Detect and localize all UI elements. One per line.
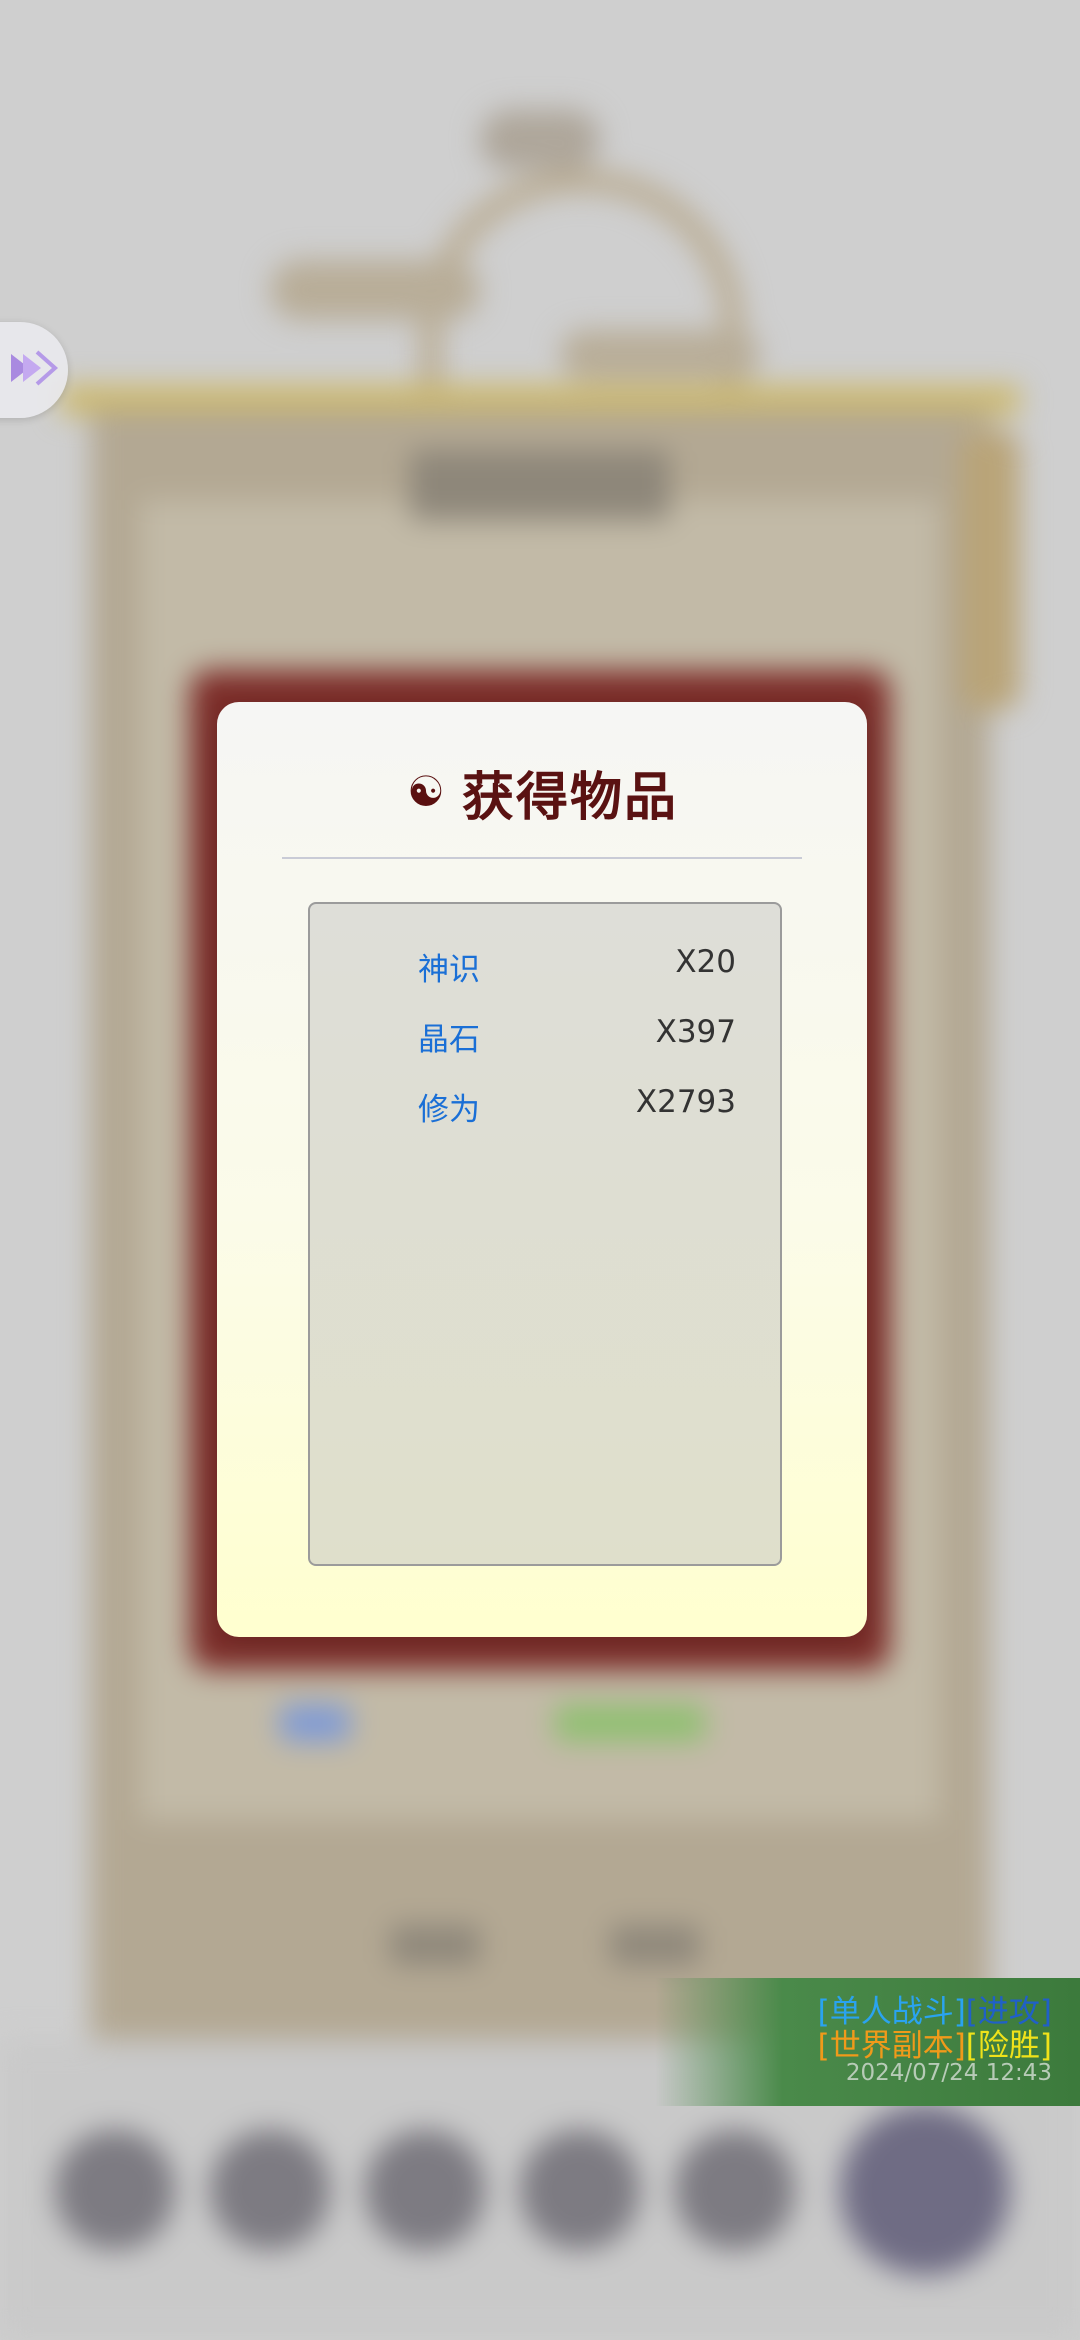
battle-log-notification[interactable]: [单人战斗][进攻] [世界副本][险胜] 2024/07/24 12:43 bbox=[655, 1978, 1080, 2106]
bg-avatar bbox=[520, 2130, 640, 2250]
bg-avatar-main bbox=[840, 2105, 1010, 2275]
bg-tassel bbox=[960, 430, 1020, 710]
reward-item: 修为 X2793 bbox=[310, 1084, 780, 1128]
divider bbox=[282, 857, 802, 859]
yin-yang-icon: ☯ bbox=[407, 767, 445, 816]
dialog-header: ☯ 获得物品 bbox=[217, 757, 867, 828]
reward-item-quantity: X2793 bbox=[635, 1084, 736, 1120]
battle-result-tag: [险胜] bbox=[965, 2028, 1052, 2064]
battle-mode-tag: [世界副本] bbox=[817, 2028, 966, 2064]
reward-item-name: 修为 bbox=[418, 1092, 480, 1128]
reward-item: 晶石 X397 bbox=[310, 1014, 780, 1058]
reward-item-name: 神识 bbox=[418, 952, 480, 988]
bg-avatar bbox=[55, 2130, 175, 2250]
reward-item-name: 晶石 bbox=[418, 1022, 480, 1058]
bg-cloud-left bbox=[270, 260, 480, 320]
bg-green-chip bbox=[555, 1705, 705, 1741]
bg-ornament-top bbox=[480, 110, 600, 170]
bg-avatar bbox=[210, 2130, 330, 2250]
bg-button-left bbox=[390, 1925, 480, 1965]
bg-blue-chip bbox=[280, 1705, 350, 1741]
battle-log-timestamp: 2024/07/24 12:43 bbox=[845, 2060, 1052, 2086]
reward-item-quantity: X20 bbox=[675, 944, 736, 980]
bg-avatar bbox=[675, 2130, 795, 2250]
dialog-title: 获得物品 bbox=[461, 767, 678, 828]
bg-scroll-title bbox=[410, 450, 670, 520]
reward-dialog[interactable]: ☯ 获得物品 神识 X20 晶石 X397 修为 X2793 bbox=[217, 702, 867, 1637]
bg-cloud-right bbox=[560, 330, 760, 380]
reward-item: 神识 X20 bbox=[310, 944, 780, 988]
bg-avatar bbox=[365, 2130, 485, 2250]
battle-log-line: [世界副本][险胜] bbox=[818, 2020, 1052, 2065]
bg-button-right bbox=[610, 1925, 700, 1965]
reward-list: 神识 X20 晶石 X397 修为 X2793 bbox=[308, 902, 782, 1566]
reward-item-quantity: X397 bbox=[655, 1014, 736, 1050]
double-chevron-icon bbox=[0, 346, 59, 394]
